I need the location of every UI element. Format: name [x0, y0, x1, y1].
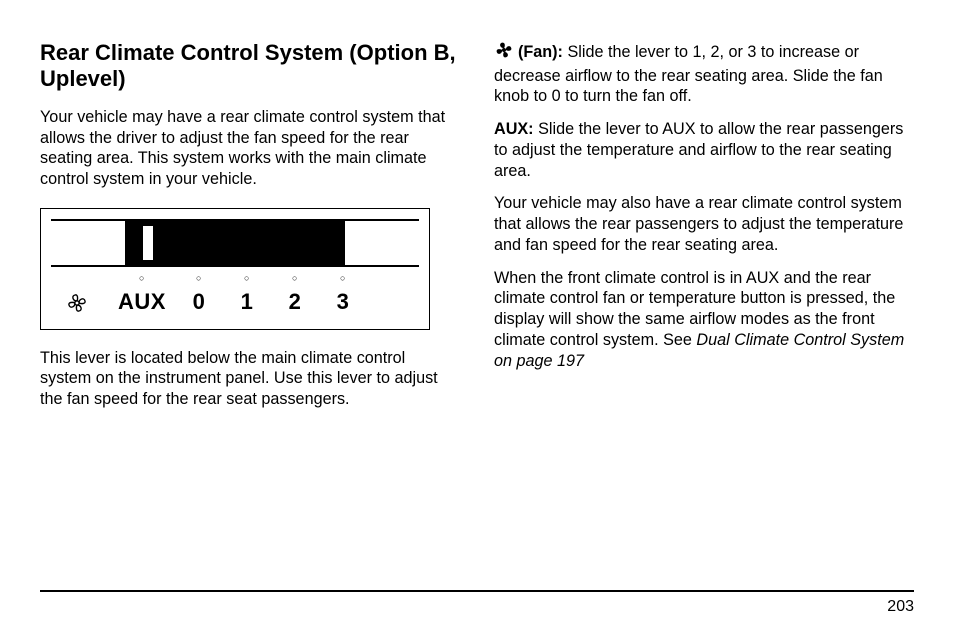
pos-2-text: 2	[289, 289, 302, 314]
section-heading: Rear Climate Control System (Option B, U…	[40, 40, 460, 93]
left-column: Rear Climate Control System (Option B, U…	[40, 40, 460, 590]
fan-icon	[57, 291, 97, 315]
intro-paragraph: Your vehicle may have a rear climate con…	[40, 107, 460, 190]
aux-paragraph: AUX: Slide the lever to AUX to allow the…	[494, 119, 914, 181]
track-white-left	[51, 221, 125, 265]
detent-mark: ○	[175, 273, 223, 283]
scale-pos-2: ○ 2	[271, 289, 319, 315]
two-column-layout: Rear Climate Control System (Option B, U…	[40, 40, 914, 590]
manual-page: Rear Climate Control System (Option B, U…	[0, 0, 954, 636]
fan-paragraph: (Fan): Slide the lever to 1, 2, or 3 to …	[494, 40, 914, 107]
track-white-right	[345, 221, 419, 265]
aux-label: AUX:	[494, 120, 534, 138]
pos-3-text: 3	[337, 289, 350, 314]
detent-mark: ○	[319, 273, 367, 283]
scale-pos-0: ○ 0	[175, 289, 223, 315]
pos-1-text: 1	[241, 289, 254, 314]
scale-pos-3: ○ 3	[319, 289, 367, 315]
detent-mark: ○	[271, 273, 319, 283]
detent-mark: ○	[109, 273, 175, 283]
rear-system-paragraph: Your vehicle may also have a rear climat…	[494, 193, 914, 255]
slider-knob	[143, 226, 153, 260]
lever-location-paragraph: This lever is located below the main cli…	[40, 348, 460, 410]
fan-icon	[494, 40, 514, 66]
scale-aux-label: ○ AUX	[109, 289, 175, 315]
right-column: (Fan): Slide the lever to 1, 2, or 3 to …	[494, 40, 914, 590]
slider-track	[51, 219, 419, 267]
aux-text: AUX	[118, 289, 166, 314]
aux-text: Slide the lever to AUX to allow the rear…	[494, 120, 903, 179]
page-footer: 203	[40, 590, 914, 616]
fan-label: (Fan):	[518, 43, 563, 61]
scale-row: ○ AUX ○ 0 ○ 1 ○ 2	[51, 289, 419, 315]
page-number: 203	[887, 598, 914, 615]
pos-0-text: 0	[193, 289, 206, 314]
detent-mark: ○	[223, 273, 271, 283]
scale-pos-1: ○ 1	[223, 289, 271, 315]
aux-mode-paragraph: When the front climate control is in AUX…	[494, 268, 914, 372]
lever-diagram: ○ AUX ○ 0 ○ 1 ○ 2	[40, 208, 430, 330]
track-black-center	[125, 221, 345, 265]
